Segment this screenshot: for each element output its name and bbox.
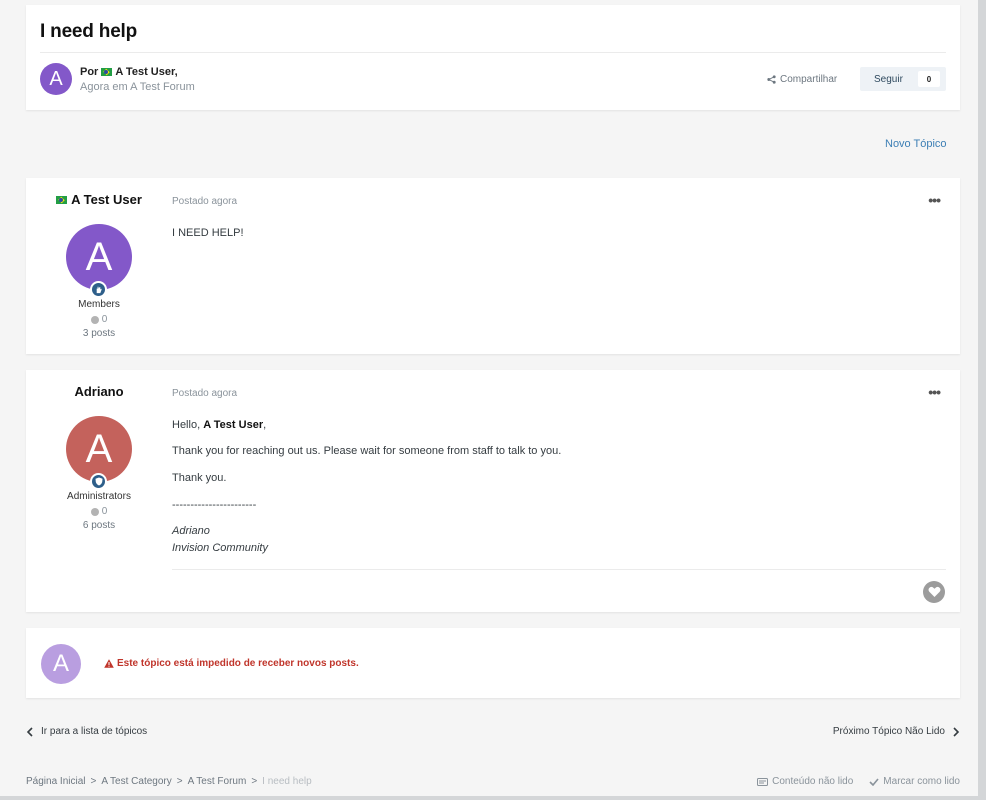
follow-button[interactable]: Seguir 0 — [860, 67, 946, 91]
breadcrumb-item[interactable]: A Test Category — [101, 776, 171, 787]
share-label: Compartilhar — [780, 74, 838, 85]
greeting-prefix: Hello, — [172, 419, 201, 431]
reputation-value: 0 — [101, 506, 108, 517]
signature-line: Adriano — [172, 525, 210, 537]
page-title: I need help — [40, 21, 138, 42]
group-name: Members — [78, 299, 120, 310]
avatar-letter: A — [85, 234, 113, 279]
greeting-suffix: , — [263, 419, 267, 431]
post-author[interactable]: Adriano — [26, 384, 172, 399]
post-author-name: Adriano — [74, 384, 124, 399]
breadcrumb-current: I need help — [262, 776, 312, 787]
nav-next-label: Próximo Tópico Não Lido — [832, 726, 945, 737]
signature-divider: ----------------------- — [172, 499, 257, 511]
breadcrumb-separator: > — [90, 776, 97, 787]
post-author-name: A Test User — [71, 192, 142, 207]
nav-prev-label: Ir para a lista de tópicos — [41, 726, 148, 737]
flag-icon — [56, 195, 68, 204]
avatar: A — [41, 644, 81, 684]
author-line: Por A Test User, — [80, 66, 178, 78]
share-icon — [767, 75, 776, 84]
page-edge-right — [978, 0, 986, 800]
divider — [172, 569, 946, 570]
topic-meta[interactable]: Agora em A Test Forum — [80, 81, 195, 93]
divider — [40, 52, 946, 53]
post-line: Thank you for reaching out us. Please wa… — [172, 445, 562, 457]
mark-read-link[interactable]: Marcar como lido — [869, 776, 960, 787]
hand-icon — [96, 286, 102, 294]
share-button[interactable]: Compartilhar — [767, 74, 837, 85]
heart-icon — [928, 586, 940, 597]
mark-read-label: Marcar como lido — [883, 776, 960, 787]
unread-icon — [757, 777, 769, 786]
locked-message: Este tópico está impedido de receber nov… — [104, 658, 359, 669]
unread-content-link[interactable]: Conteúdo não lido — [757, 776, 853, 787]
group-badge — [90, 473, 107, 490]
unread-label: Conteúdo não lido — [772, 776, 854, 787]
reputation: 0 — [26, 506, 172, 517]
post: A Test User A Members 0 3 posts Postado … — [26, 178, 960, 354]
breadcrumb: Página Inicial > A Test Category > A Tes… — [26, 776, 312, 787]
post: Adriano A Administrators 0 6 posts Posta… — [26, 370, 960, 612]
post-greeting: Hello, A Test User, — [172, 419, 266, 431]
post-count[interactable]: 6 posts — [26, 520, 172, 531]
breadcrumb-item[interactable]: Página Inicial — [26, 776, 85, 787]
page-edge-bottom — [0, 796, 986, 800]
locked-text: Este tópico está impedido de receber nov… — [117, 658, 359, 669]
more-icon[interactable]: ••• — [928, 384, 941, 400]
chevron-left-icon — [26, 726, 33, 737]
group-badge — [90, 281, 107, 298]
avatar-letter: A — [52, 650, 69, 677]
breadcrumb-item[interactable]: A Test Forum — [188, 776, 247, 787]
post-date[interactable]: Postado agora — [172, 196, 237, 207]
post-date[interactable]: Postado agora — [172, 388, 237, 399]
follow-count: 0 — [918, 71, 940, 87]
more-icon[interactable]: ••• — [928, 192, 941, 208]
back-to-topics-link[interactable]: Ir para a lista de tópicos — [26, 726, 147, 737]
reputation-value: 0 — [101, 314, 108, 325]
post-count[interactable]: 3 posts — [26, 328, 172, 339]
reputation: 0 — [26, 314, 172, 325]
avatar-letter: A — [49, 67, 63, 90]
topic-header: I need help A Por A Test User, Agora em … — [26, 5, 960, 110]
greeting-name: A Test User — [203, 419, 264, 431]
check-icon — [869, 777, 879, 786]
signature-line: Invision Community — [172, 542, 268, 554]
warning-icon — [104, 659, 114, 668]
follow-label: Seguir — [874, 73, 903, 85]
post-line: Thank you. — [172, 472, 227, 484]
post-author[interactable]: A Test User — [26, 192, 172, 207]
shield-icon — [95, 477, 102, 486]
reputation-icon — [90, 315, 99, 324]
post-body: I NEED HELP! — [172, 227, 244, 239]
by-prefix: Por — [80, 66, 99, 78]
author-link[interactable]: A Test User, — [115, 66, 177, 78]
avatar-letter: A — [85, 426, 113, 471]
chevron-right-icon — [953, 726, 960, 737]
breadcrumb-separator: > — [251, 776, 258, 787]
locked-notice: A Este tópico está impedido de receber n… — [26, 628, 960, 698]
next-unread-topic-link[interactable]: Próximo Tópico Não Lido — [833, 726, 960, 737]
group-name: Administrators — [67, 491, 131, 502]
reputation-icon — [90, 507, 99, 516]
avatar[interactable]: A — [40, 63, 72, 95]
reaction-button[interactable] — [923, 581, 945, 603]
new-topic-button[interactable]: Novo Tópico — [885, 138, 947, 150]
flag-icon — [101, 68, 113, 76]
breadcrumb-separator: > — [176, 776, 183, 787]
footer-actions: Conteúdo não lido Marcar como lido — [757, 776, 960, 787]
